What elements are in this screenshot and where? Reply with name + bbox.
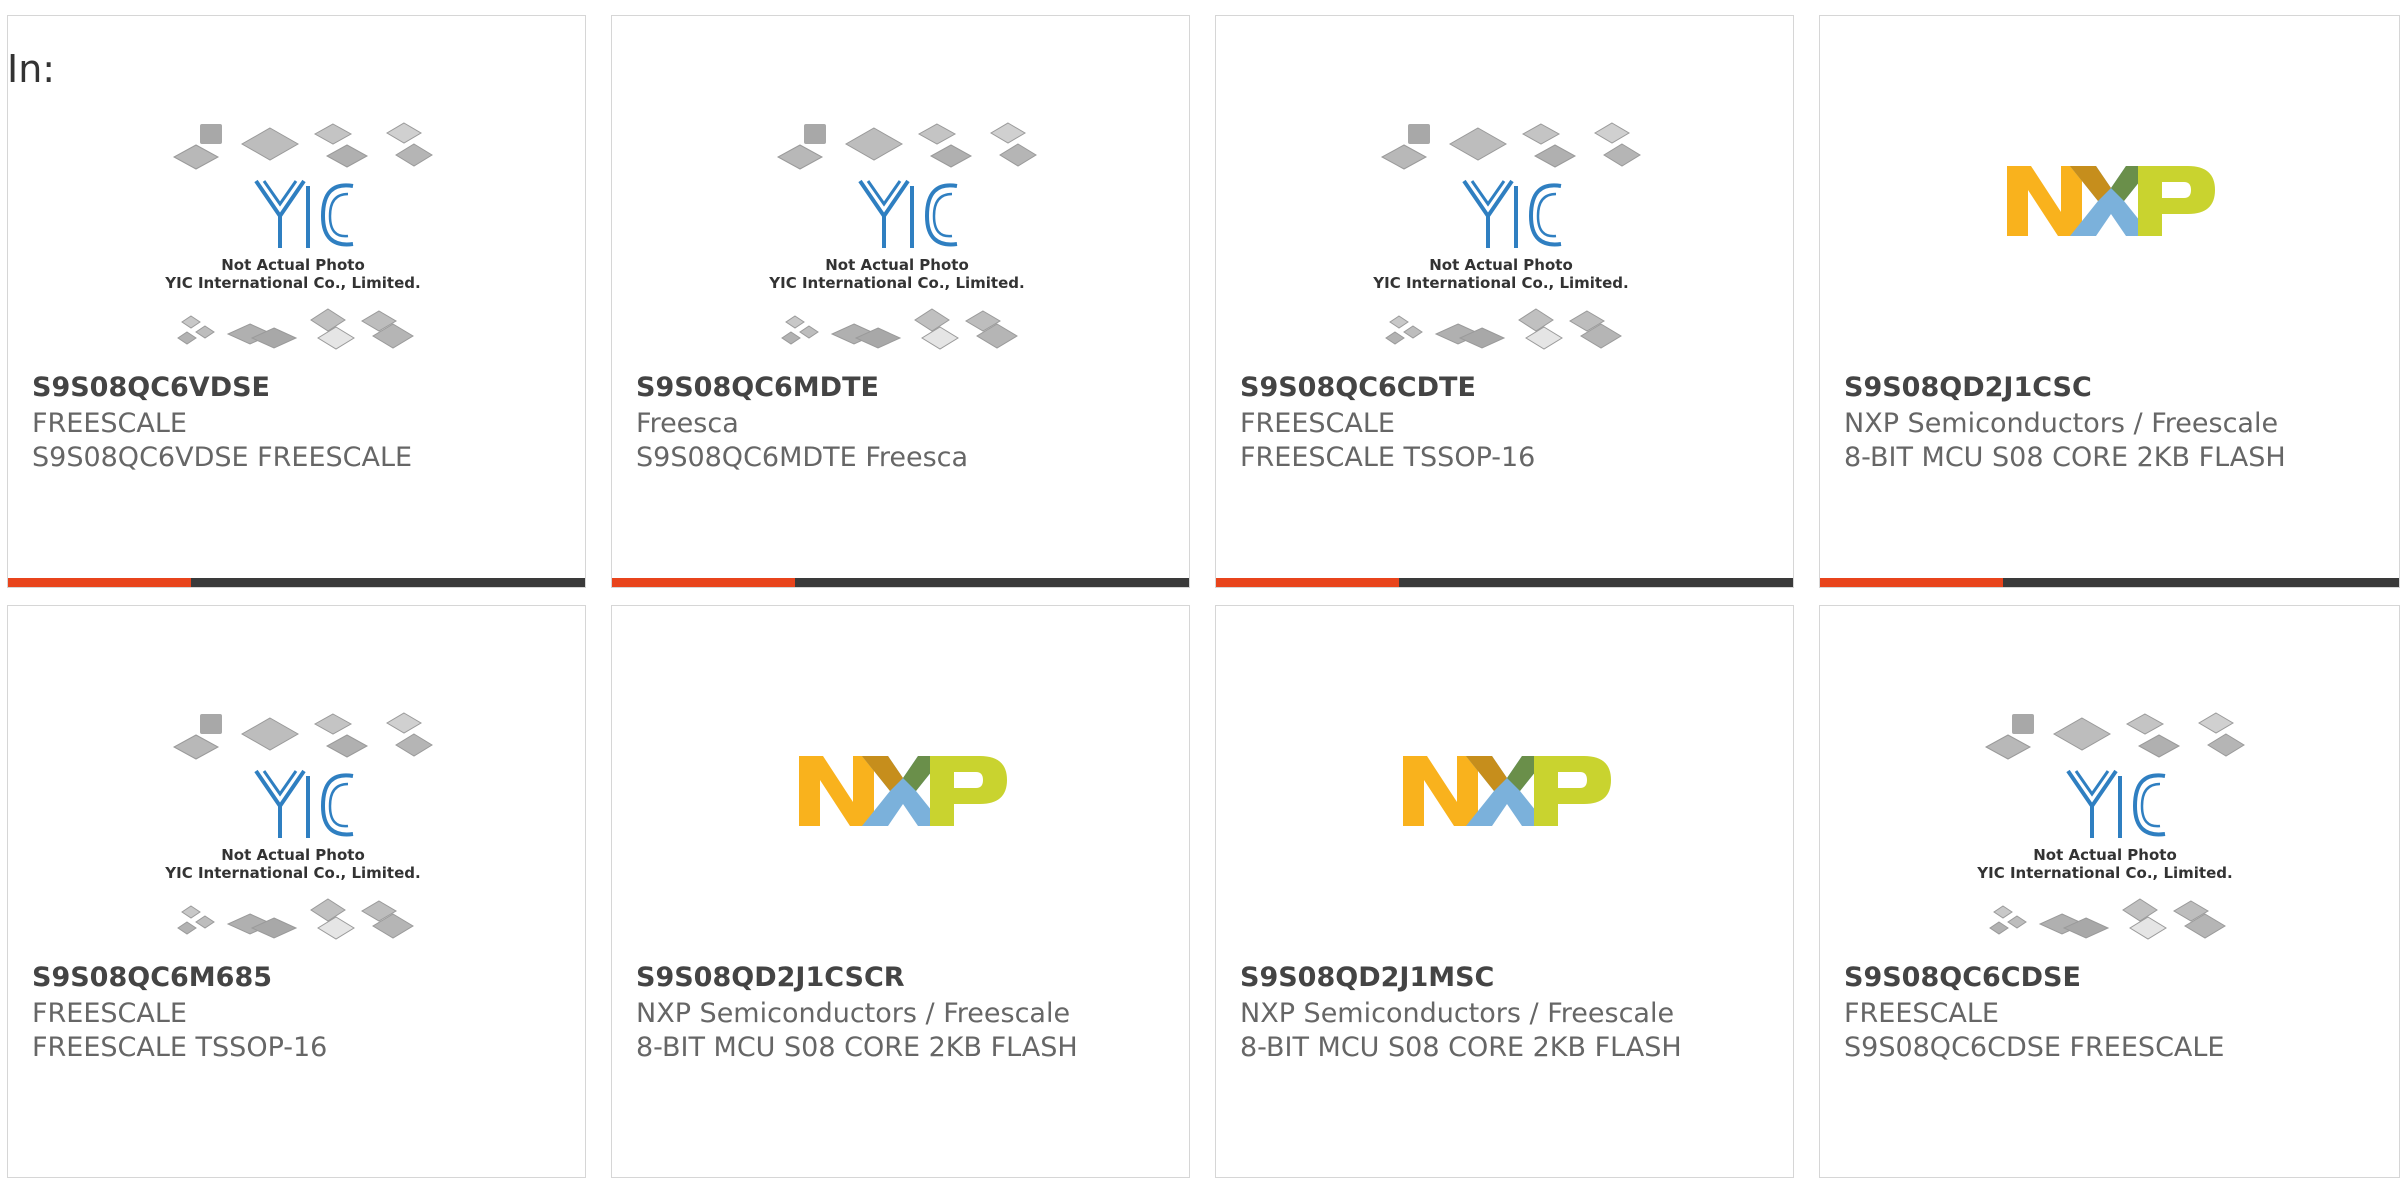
- nxp-logo-icon: [2007, 166, 2215, 236]
- product-card[interactable]: Not Actual Photo YIC International Co., L…: [7, 15, 586, 588]
- product-image[interactable]: Not Actual Photo YIC International Co., L…: [612, 16, 1189, 356]
- product-manufacturer: NXP Semiconductors / Freescale: [1240, 998, 1675, 1029]
- product-part-number[interactable]: S9S08QD2J1MSC: [1240, 962, 1494, 993]
- product-card[interactable]: Not Actual Photo YIC International Co., L…: [611, 15, 1190, 588]
- chip-photos-top: [1984, 712, 2245, 760]
- product-image[interactable]: Not Actual Photo YIC International Co., L…: [1820, 606, 2399, 946]
- company-name-text: YIC International Co., Limited.: [768, 274, 1024, 292]
- product-part-number[interactable]: S9S08QC6VDSE: [32, 372, 270, 403]
- chip-photos-bottom: [177, 898, 414, 940]
- card-accent: [1216, 578, 1399, 587]
- product-description: 8-BIT MCU S08 CORE 2KB FLASH: [1844, 442, 2286, 473]
- yic-logo-icon: [858, 179, 958, 248]
- product-manufacturer: Freesca: [636, 408, 739, 439]
- chip-photos-bottom: [781, 308, 1018, 350]
- not-actual-photo-text: Not Actual Photo: [1429, 256, 1573, 274]
- product-description: 8-BIT MCU S08 CORE 2KB FLASH: [1240, 1032, 1682, 1063]
- product-image[interactable]: Not Actual Photo YIC International Co., L…: [1216, 16, 1793, 356]
- yic-logo-icon: [2066, 769, 2166, 838]
- product-description: FREESCALE TSSOP-16: [1240, 442, 1536, 473]
- product-card[interactable]: S9S08QD2J1CSCR NXP Semiconductors / Free…: [611, 605, 1190, 1178]
- product-description: FREESCALE TSSOP-16: [32, 1032, 328, 1063]
- chip-photos-top: [172, 712, 433, 760]
- product-manufacturer: FREESCALE: [1240, 408, 1395, 439]
- product-manufacturer: NXP Semiconductors / Freescale: [1844, 408, 2279, 439]
- company-name-text: YIC International Co., Limited.: [164, 274, 420, 292]
- product-card[interactable]: S9S08QD2J1CSC NXP Semiconductors / Frees…: [1819, 15, 2400, 588]
- product-manufacturer: FREESCALE: [1844, 998, 1999, 1029]
- product-description: S9S08QC6VDSE FREESCALE: [32, 442, 413, 473]
- product-image[interactable]: [1216, 606, 1793, 946]
- product-image[interactable]: Not Actual Photo YIC International Co., L…: [8, 606, 585, 946]
- product-part-number[interactable]: S9S08QC6MDTE: [636, 372, 879, 403]
- nxp-logo-icon: [799, 756, 1007, 826]
- chip-photos-bottom: [1385, 308, 1622, 350]
- product-manufacturer: FREESCALE: [32, 998, 187, 1029]
- product-image[interactable]: [1820, 16, 2399, 356]
- not-actual-photo-text: Not Actual Photo: [825, 256, 969, 274]
- not-actual-photo-text: Not Actual Photo: [221, 256, 365, 274]
- chip-photos-bottom: [177, 308, 414, 350]
- product-manufacturer: FREESCALE: [32, 408, 187, 439]
- chip-photos-top: [1380, 122, 1641, 170]
- product-part-number[interactable]: S9S08QC6CDSE: [1844, 962, 2081, 993]
- card-accent: [1820, 578, 2003, 587]
- yic-logo-icon: [254, 179, 354, 248]
- company-name-text: YIC International Co., Limited.: [1976, 864, 2232, 882]
- not-actual-photo-text: Not Actual Photo: [2033, 846, 2177, 864]
- card-hover-bar: [8, 578, 585, 587]
- product-description: S9S08QC6MDTE Freesca: [636, 442, 969, 473]
- product-part-number[interactable]: S9S08QC6CDTE: [1240, 372, 1476, 403]
- product-part-number[interactable]: S9S08QD2J1CSC: [1844, 372, 2092, 403]
- in-label: In:: [7, 47, 56, 91]
- chip-photos-top: [172, 122, 433, 170]
- card-hover-bar: [1216, 578, 1793, 587]
- card-accent: [612, 578, 795, 587]
- product-image[interactable]: [612, 606, 1189, 946]
- nxp-logo-icon: [1403, 756, 1611, 826]
- product-card[interactable]: S9S08QD2J1MSC NXP Semiconductors / Frees…: [1215, 605, 1794, 1178]
- card-hover-bar: [1820, 578, 2399, 587]
- yic-logo-icon: [254, 769, 354, 838]
- card-accent: [8, 578, 191, 587]
- product-card[interactable]: Not Actual Photo YIC International Co., L…: [1215, 15, 1794, 588]
- yic-logo-icon: [1462, 179, 1562, 248]
- product-manufacturer: NXP Semiconductors / Freescale: [636, 998, 1071, 1029]
- product-card[interactable]: Not Actual Photo YIC International Co., L…: [7, 605, 586, 1178]
- company-name-text: YIC International Co., Limited.: [1372, 274, 1628, 292]
- not-actual-photo-text: Not Actual Photo: [221, 846, 365, 864]
- product-part-number[interactable]: S9S08QD2J1CSCR: [636, 962, 905, 993]
- card-hover-bar: [612, 578, 1189, 587]
- product-part-number[interactable]: S9S08QC6M685: [32, 962, 272, 993]
- chip-photos-bottom: [1989, 898, 2226, 940]
- product-image[interactable]: Not Actual Photo YIC International Co., L…: [8, 16, 585, 356]
- product-card[interactable]: Not Actual Photo YIC International Co., L…: [1819, 605, 2400, 1178]
- chip-photos-top: [776, 122, 1037, 170]
- company-name-text: YIC International Co., Limited.: [164, 864, 420, 882]
- product-description: S9S08QC6CDSE FREESCALE: [1844, 1032, 2225, 1063]
- product-description: 8-BIT MCU S08 CORE 2KB FLASH: [636, 1032, 1078, 1063]
